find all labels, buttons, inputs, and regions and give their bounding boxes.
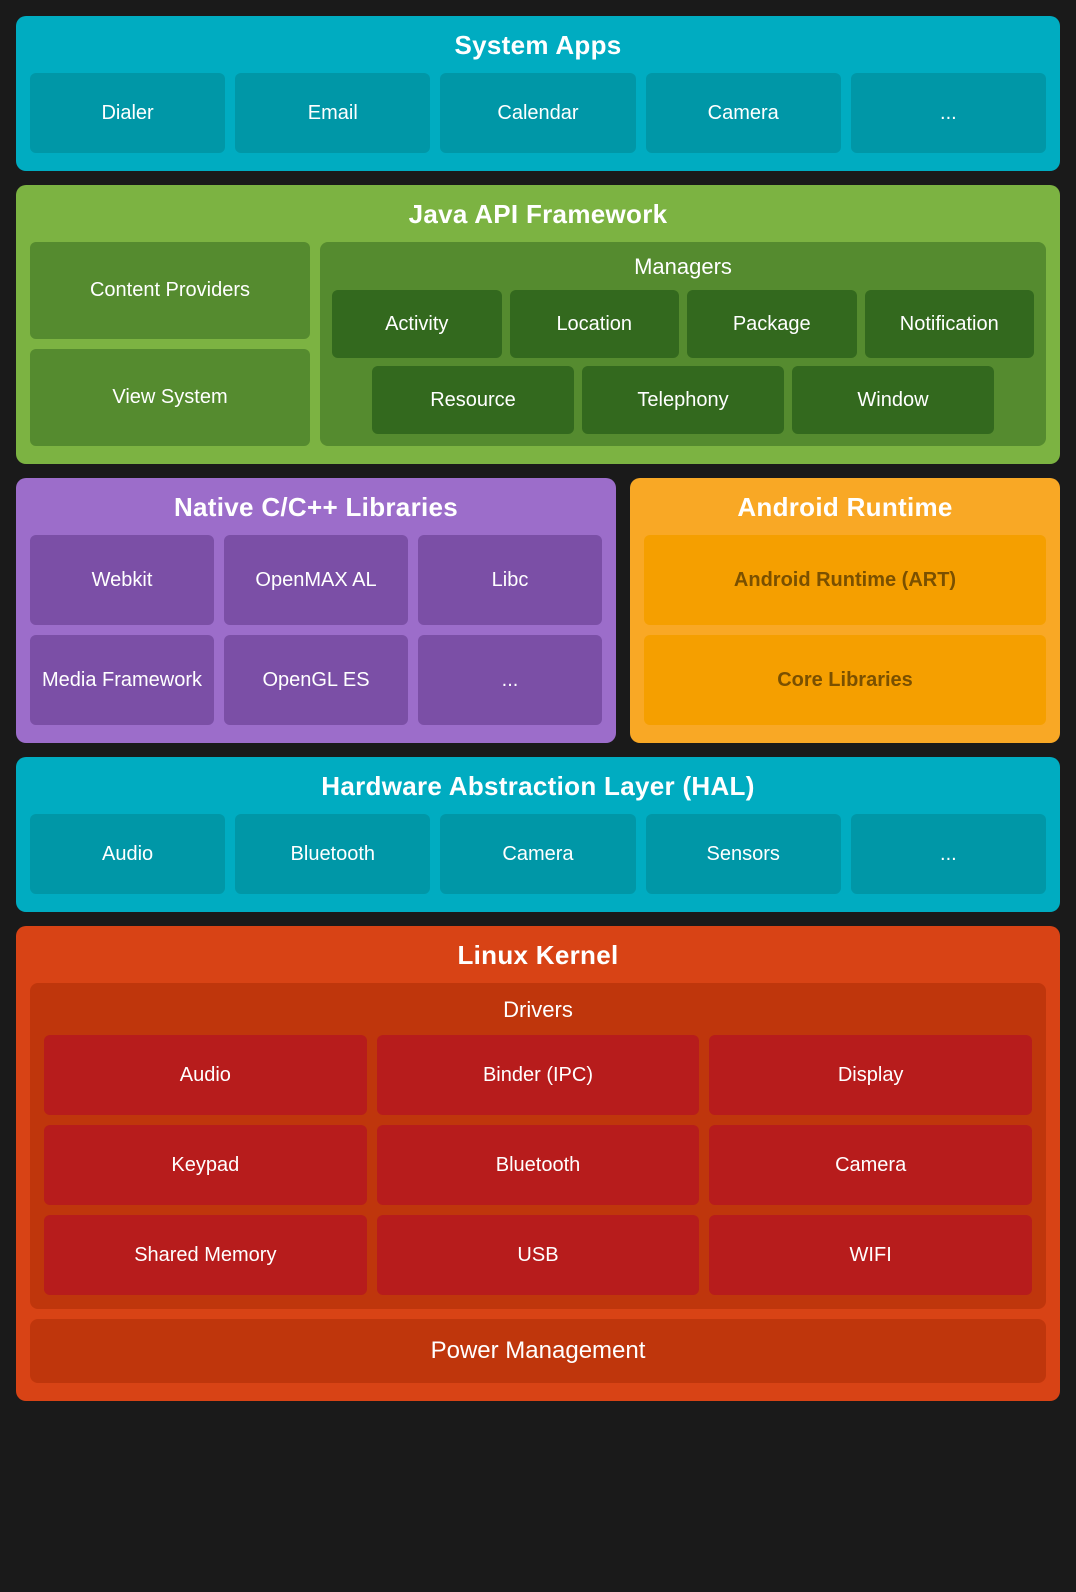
- runtime-item: Core Libraries: [644, 635, 1046, 725]
- android-runtime-layer: Android Runtime Android Runtime (ART) Cor…: [630, 478, 1060, 743]
- managers-row2: ResourceTelephonyWindow: [332, 366, 1034, 434]
- managers-row1: ActivityLocationPackageNotification: [332, 290, 1034, 358]
- manager-item: Activity: [332, 290, 502, 358]
- middle-row: Native C/C++ Libraries WebkitOpenMAX ALL…: [16, 478, 1060, 743]
- native-lib-item: OpenMAX AL: [224, 535, 408, 625]
- linux-kernel-layer: Linux Kernel Drivers AudioBinder (IPC)Di…: [16, 926, 1060, 1401]
- runtime-items: Android Runtime (ART) Core Libraries: [644, 535, 1046, 725]
- driver-item: WIFI: [709, 1215, 1032, 1295]
- drivers-box: Drivers AudioBinder (IPC)Display KeypadBl…: [30, 983, 1046, 1309]
- manager-item: Window: [792, 366, 994, 434]
- system-apps-layer: System Apps DialerEmailCalendarCamera...: [16, 16, 1060, 171]
- driver-item: USB: [377, 1215, 700, 1295]
- hal-item: ...: [851, 814, 1046, 894]
- system-apps-title: System Apps: [30, 30, 1046, 61]
- native-libs-title: Native C/C++ Libraries: [30, 492, 602, 523]
- native-lib-item: Webkit: [30, 535, 214, 625]
- java-api-inner: Content Providers View System Managers A…: [30, 242, 1046, 446]
- native-lib-item: OpenGL ES: [224, 635, 408, 725]
- driver-item: Display: [709, 1035, 1032, 1115]
- manager-item: Location: [510, 290, 680, 358]
- system-app-item: Email: [235, 73, 430, 153]
- system-app-item: ...: [851, 73, 1046, 153]
- driver-item: Keypad: [44, 1125, 367, 1205]
- driver-item: Audio: [44, 1035, 367, 1115]
- hal-row: AudioBluetoothCameraSensors...: [30, 814, 1046, 894]
- hal-item: Audio: [30, 814, 225, 894]
- managers-panel: Managers ActivityLocationPackageNotifica…: [320, 242, 1046, 446]
- power-management: Power Management: [30, 1319, 1046, 1383]
- hal-layer: Hardware Abstraction Layer (HAL) AudioBl…: [16, 757, 1060, 912]
- manager-item: Package: [687, 290, 857, 358]
- android-runtime-title: Android Runtime: [644, 492, 1046, 523]
- native-lib-item: ...: [418, 635, 602, 725]
- driver-item: Camera: [709, 1125, 1032, 1205]
- native-lib-item: Media Framework: [30, 635, 214, 725]
- system-app-item: Calendar: [440, 73, 635, 153]
- manager-item: Notification: [865, 290, 1035, 358]
- hal-item: Bluetooth: [235, 814, 430, 894]
- linux-kernel-title: Linux Kernel: [30, 940, 1046, 971]
- drivers-grid: AudioBinder (IPC)Display KeypadBluetoothC…: [44, 1035, 1032, 1295]
- manager-item: Telephony: [582, 366, 784, 434]
- java-api-title: Java API Framework: [30, 199, 1046, 230]
- driver-item: Shared Memory: [44, 1215, 367, 1295]
- drivers-title: Drivers: [44, 997, 1032, 1023]
- driver-item: Binder (IPC): [377, 1035, 700, 1115]
- driver-item: Bluetooth: [377, 1125, 700, 1205]
- managers-title: Managers: [332, 254, 1034, 280]
- hal-item: Sensors: [646, 814, 841, 894]
- manager-item: Resource: [372, 366, 574, 434]
- runtime-item: Android Runtime (ART): [644, 535, 1046, 625]
- native-libs-layer: Native C/C++ Libraries WebkitOpenMAX ALL…: [16, 478, 616, 743]
- java-api-layer: Java API Framework Content Providers Vie…: [16, 185, 1060, 464]
- content-providers-box: Content Providers: [30, 242, 310, 339]
- system-apps-row: DialerEmailCalendarCamera...: [30, 73, 1046, 153]
- system-app-item: Camera: [646, 73, 841, 153]
- native-grid: WebkitOpenMAX ALLibc Media FrameworkOpenG…: [30, 535, 602, 725]
- hal-item: Camera: [440, 814, 635, 894]
- hal-title: Hardware Abstraction Layer (HAL): [30, 771, 1046, 802]
- java-api-left: Content Providers View System: [30, 242, 310, 446]
- native-lib-item: Libc: [418, 535, 602, 625]
- system-app-item: Dialer: [30, 73, 225, 153]
- view-system-box: View System: [30, 349, 310, 446]
